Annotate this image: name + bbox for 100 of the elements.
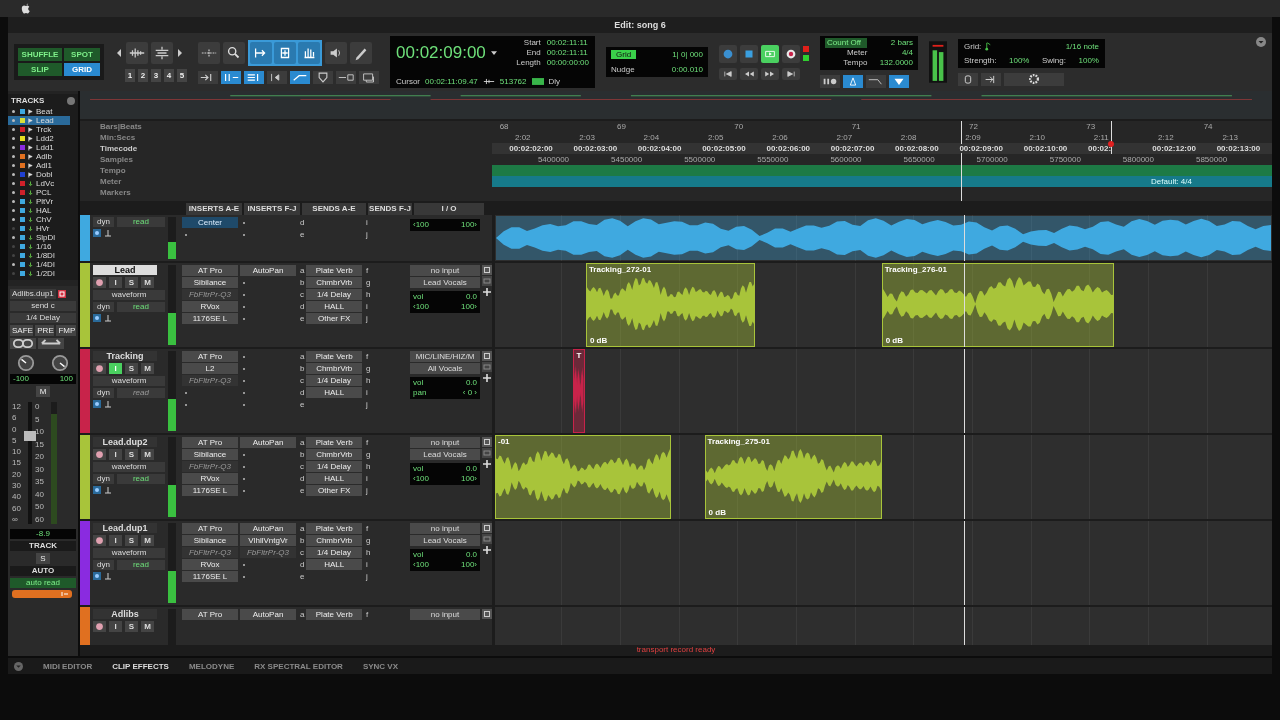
output-selector[interactable]: Lead Vocals <box>410 535 480 546</box>
track-list-item[interactable]: Ldd2 <box>8 134 70 143</box>
insert-slot[interactable]: AT Pro <box>182 265 238 276</box>
plus-icon[interactable] <box>482 459 492 469</box>
apple-icon[interactable] <box>21 2 31 15</box>
solo-button[interactable]: S <box>36 553 50 564</box>
length-value[interactable]: 00:00:00:00 <box>546 58 589 68</box>
send-slot[interactable]: 1/4 Delay <box>306 375 362 386</box>
track-toggle-button[interactable]: S <box>125 277 138 288</box>
edit-mode-button[interactable]: SLIP <box>18 63 62 76</box>
plus-icon[interactable] <box>482 287 492 297</box>
track-toggle-button[interactable]: M <box>141 363 154 374</box>
send-slot[interactable]: Other FX <box>306 313 362 324</box>
midi-merge-button[interactable] <box>820 75 840 88</box>
insert-slot[interactable]: Sibilance <box>182 449 238 460</box>
audio-clip[interactable]: T <box>573 349 585 433</box>
send-slot[interactable]: Plate Verb <box>306 523 362 534</box>
track-toggle-button[interactable]: S <box>125 449 138 460</box>
track-list-item[interactable]: Trck <box>8 125 70 134</box>
zoom-preset-button[interactable]: 4 <box>164 69 174 82</box>
speaker-button[interactable] <box>325 42 347 64</box>
track-list-item[interactable]: ChV <box>8 215 70 224</box>
show-dot-icon[interactable] <box>12 272 15 275</box>
track-toggle-button[interactable]: M <box>141 277 154 288</box>
input-selector[interactable]: no input <box>410 609 480 620</box>
insert-slot[interactable]: FbFltrPr-Q3 <box>182 547 238 558</box>
track-list-item[interactable]: Beat <box>8 107 70 116</box>
track-list-item[interactable]: Lead <box>8 116 70 125</box>
caret-icon[interactable] <box>490 51 497 55</box>
insert-slot[interactable]: RVox <box>182 559 238 570</box>
track-list-item[interactable]: HVr <box>8 224 70 233</box>
plus-icon[interactable] <box>482 373 492 383</box>
show-dot-icon[interactable] <box>12 263 15 266</box>
pan-link-button[interactable] <box>38 338 64 349</box>
shield-button[interactable] <box>313 71 333 84</box>
zoom-preset-button[interactable]: 3 <box>151 69 161 82</box>
automation-mode-selector[interactable]: read <box>116 474 165 484</box>
input-selector[interactable]: no input <box>410 437 480 448</box>
pencil-tool-button[interactable] <box>350 42 372 64</box>
show-dot-icon[interactable] <box>12 137 15 140</box>
automation-mode-selector[interactable]: read <box>116 302 165 312</box>
output-window-icon[interactable] <box>482 351 492 361</box>
pan-knob[interactable] <box>17 354 35 372</box>
grabber-tool-button[interactable] <box>274 42 296 64</box>
output-window-icon[interactable] <box>482 609 492 619</box>
insert-slot[interactable]: Sibilance <box>182 277 238 288</box>
track-list-item[interactable]: Dobl <box>8 170 70 179</box>
send-slot[interactable]: Plate Verb <box>306 351 362 362</box>
track-list-item[interactable]: Adl1 <box>8 161 70 170</box>
plus-icon[interactable] <box>482 545 492 555</box>
show-dot-icon[interactable] <box>12 155 15 158</box>
track-name[interactable]: Lead.dup1 <box>93 523 157 533</box>
dyn-button[interactable]: dyn <box>93 388 114 398</box>
hand-tool-button[interactable] <box>298 42 320 64</box>
zoom-preset-button[interactable]: 5 <box>177 69 187 82</box>
automation-mode-selector[interactable]: read <box>116 560 165 570</box>
track-toggle-button[interactable]: I <box>109 535 122 546</box>
show-dot-icon[interactable] <box>12 146 15 149</box>
tempo-value[interactable]: 132.0000 <box>875 58 913 68</box>
record-enable-button[interactable] <box>93 449 106 460</box>
search-button[interactable] <box>223 42 245 64</box>
pan-display[interactable]: Center <box>182 217 238 228</box>
track-name[interactable]: Lead <box>93 265 157 275</box>
track-list-item[interactable]: PCL <box>8 188 70 197</box>
start-value[interactable]: 00:02:11:11 <box>546 38 589 48</box>
send-option-button[interactable]: SAFE <box>10 325 34 336</box>
send-slot[interactable]: ChmbrVrb <box>306 535 362 546</box>
track-toggle-button[interactable]: S <box>125 363 138 374</box>
output-window-icon[interactable] <box>482 523 492 533</box>
show-dot-icon[interactable] <box>12 182 15 185</box>
selector-tool-button[interactable] <box>250 42 272 64</box>
show-dot-icon[interactable] <box>12 227 15 230</box>
track-list-item[interactable]: Ldd1 <box>8 143 70 152</box>
track-name[interactable]: Lead.dup2 <box>93 437 157 447</box>
send-slot[interactable]: ChmbrVrb <box>306 449 362 460</box>
insert-slot[interactable]: AT Pro <box>182 351 238 362</box>
timebase-icon[interactable] <box>93 314 101 322</box>
insert-slot[interactable]: Sibilance <box>182 535 238 546</box>
column-header[interactable]: INSERTS A-E <box>186 203 242 215</box>
record-enable-button[interactable] <box>93 277 106 288</box>
insert-slot[interactable]: FbFltrPr-Q3 <box>182 461 238 472</box>
insert-slot[interactable]: 1176SE L <box>182 313 238 324</box>
arrow-box-button[interactable] <box>336 71 356 84</box>
show-dot-icon[interactable] <box>12 119 15 122</box>
insert-slot[interactable]: FbFltrPr-Q3 <box>182 375 238 386</box>
send-slot[interactable]: ChmbrVrb <box>306 277 362 288</box>
show-dot-icon[interactable] <box>12 200 15 203</box>
track-toggle-button[interactable]: I <box>109 621 122 632</box>
column-header[interactable]: SENDS A-E <box>302 203 366 215</box>
show-dot-icon[interactable] <box>12 245 15 248</box>
view-selector[interactable]: waveform <box>93 462 165 472</box>
track-list-item[interactable]: 1/2Dl <box>8 269 70 278</box>
output-window-icon[interactable] <box>482 437 492 447</box>
insert-slot[interactable]: VlhllVntgVr <box>240 535 296 546</box>
send-option-button[interactable]: PRE <box>35 325 55 336</box>
pan-value[interactable]: ‹100 <box>413 560 429 570</box>
grid-value[interactable]: 1/16 note <box>1065 41 1099 51</box>
go-to-end-button[interactable] <box>782 67 800 80</box>
insert-slot[interactable]: 1176SE L <box>182 571 238 582</box>
audio-clip[interactable]: -01 <box>495 435 672 519</box>
